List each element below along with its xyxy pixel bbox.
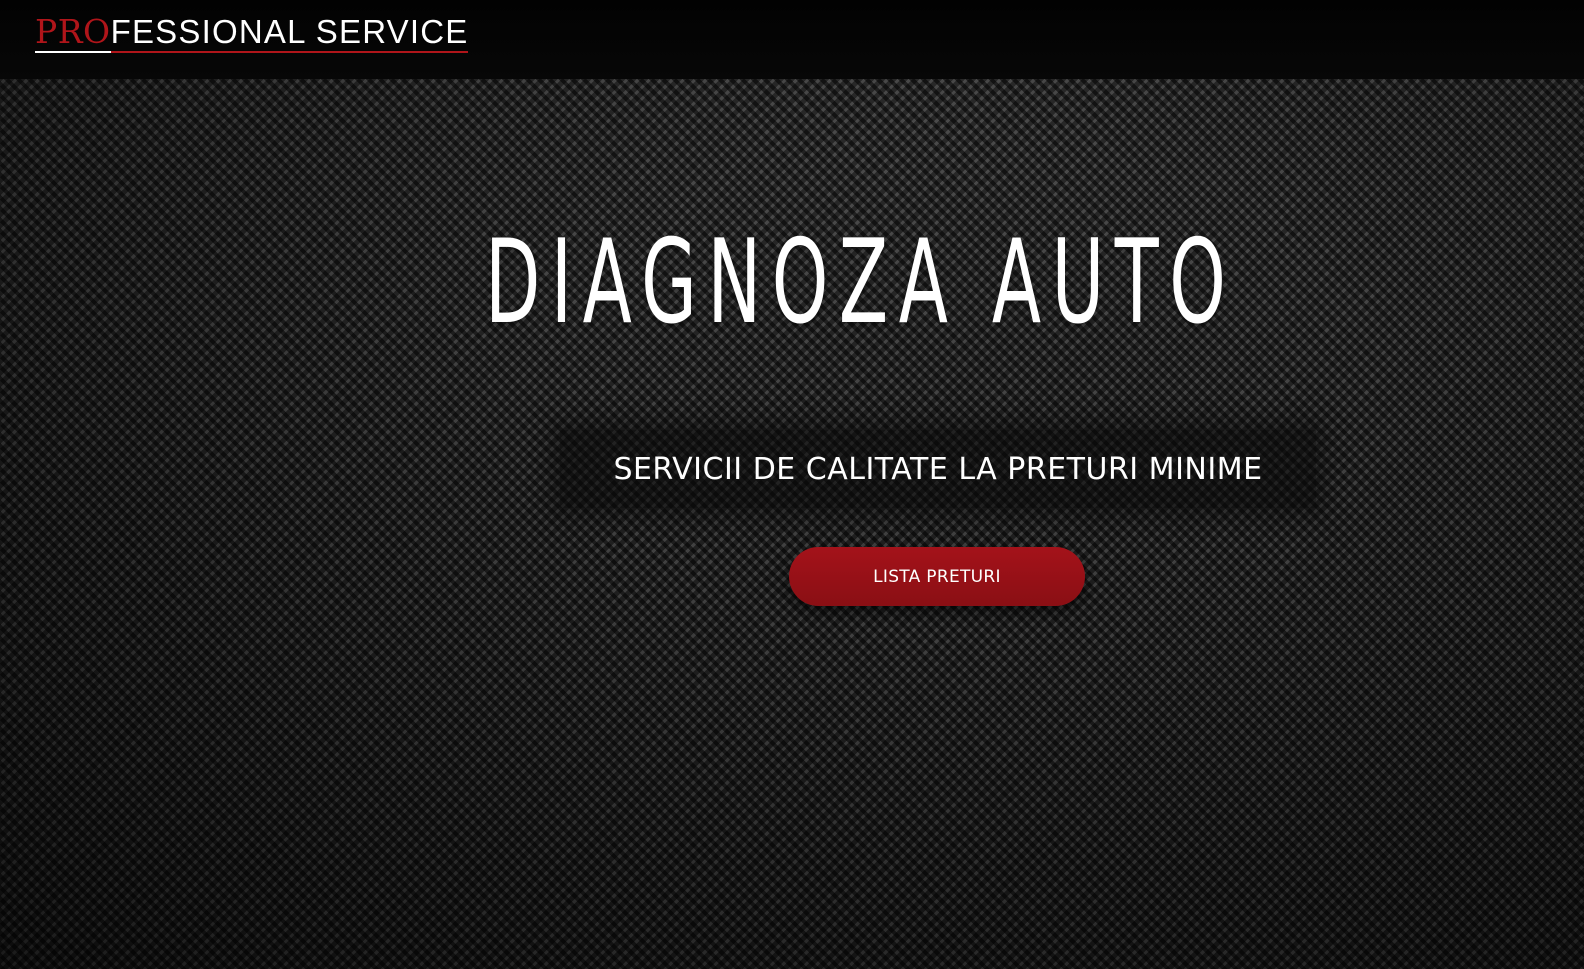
hero-title: DIAGNOZA AUTO	[485, 215, 1237, 350]
price-list-button[interactable]: LISTA PRETURI	[789, 547, 1085, 606]
top-navbar: PRO FESSIONAL SERVICE	[0, 0, 1584, 79]
hero-tagline-box: SERVICII DE CALITATE LA PRETURI MINIME	[560, 430, 1316, 508]
site-logo[interactable]: PRO FESSIONAL SERVICE	[35, 12, 469, 54]
hero-tagline: SERVICII DE CALITATE LA PRETURI MINIME	[613, 451, 1263, 487]
logo-main-text: FESSIONAL SERVICE	[110, 14, 469, 53]
logo-accent-text: PRO	[35, 12, 111, 53]
